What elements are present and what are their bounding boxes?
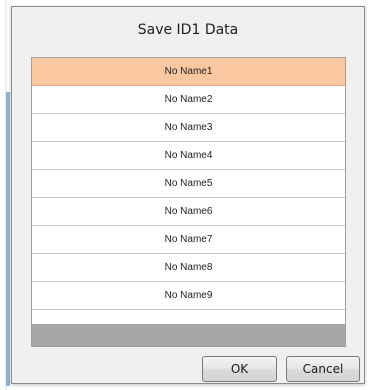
screen: Save ID1 Data No Name1 No Name2 No Name3… bbox=[0, 0, 374, 390]
slot-row-3[interactable]: No Name3 bbox=[32, 114, 345, 142]
save-data-dialog: Save ID1 Data No Name1 No Name2 No Name3… bbox=[11, 6, 365, 384]
ok-button[interactable]: OK bbox=[202, 356, 277, 382]
list-footer-bar bbox=[32, 324, 345, 346]
slot-row-6[interactable]: No Name6 bbox=[32, 198, 345, 226]
slot-row-5[interactable]: No Name5 bbox=[32, 170, 345, 198]
slot-row-7[interactable]: No Name7 bbox=[32, 226, 345, 254]
cancel-button[interactable]: Cancel bbox=[286, 356, 360, 382]
slot-row-8[interactable]: No Name8 bbox=[32, 254, 345, 282]
background-window-accent bbox=[6, 92, 10, 386]
slot-row-1[interactable]: No Name1 bbox=[32, 58, 345, 86]
slot-row-4[interactable]: No Name4 bbox=[32, 142, 345, 170]
background-window-edge bbox=[0, 0, 11, 390]
slot-row-9[interactable]: No Name9 bbox=[32, 282, 345, 310]
slot-row-2[interactable]: No Name2 bbox=[32, 86, 345, 114]
slot-list: No Name1 No Name2 No Name3 No Name4 No N… bbox=[31, 57, 346, 347]
dialog-title: Save ID1 Data bbox=[137, 22, 239, 38]
